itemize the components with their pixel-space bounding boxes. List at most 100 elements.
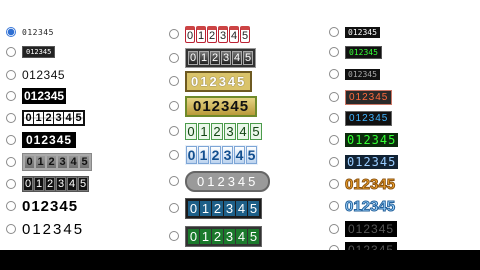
counter-digit: 4: [69, 156, 78, 168]
counter-digit: 2: [44, 112, 53, 124]
counter-digit: 2: [47, 156, 56, 168]
counter-preview: 012345: [185, 25, 250, 43]
counter-preview: 012345: [22, 220, 85, 238]
counter-style-option[interactable]: 012345: [323, 62, 380, 86]
counter-style-option[interactable]: 012345: [323, 150, 399, 174]
counter-preview: 012345: [185, 48, 256, 68]
counter-digit: 1: [34, 177, 44, 191]
counter-digit: 2: [207, 25, 217, 43]
counter-style-option[interactable]: 012345: [0, 106, 85, 130]
counter-preview: 012345: [22, 197, 79, 215]
counter-preview: 012345: [345, 26, 380, 38]
radio-unselected[interactable]: [6, 70, 16, 80]
counter-style-option[interactable]: 012345: [163, 94, 258, 118]
radio-selected[interactable]: [6, 27, 16, 37]
radio-unselected[interactable]: [329, 113, 339, 123]
counter-style-option[interactable]: 012345: [163, 169, 271, 193]
counter-digit: 0: [185, 122, 197, 140]
counter-preview: 012345: [22, 132, 77, 148]
radio-unselected[interactable]: [6, 91, 16, 101]
counter-style-option[interactable]: 012345: [163, 119, 262, 143]
counter-preview: 012345: [22, 46, 56, 58]
counter-digit: 4: [236, 228, 247, 244]
counter-digit: 1: [200, 200, 211, 216]
counter-style-option[interactable]: 012345: [323, 172, 396, 196]
radio-unselected[interactable]: [329, 135, 339, 145]
radio-unselected[interactable]: [329, 157, 339, 167]
counter-style-option[interactable]: 012345: [0, 172, 89, 196]
counter-style-option[interactable]: 012345: [0, 40, 56, 64]
radio-unselected[interactable]: [6, 113, 16, 123]
counter-digit: 3: [224, 200, 235, 216]
counter-digit: 1: [198, 122, 210, 140]
radio-unselected[interactable]: [6, 224, 16, 234]
counter-style-option[interactable]: 012345: [0, 217, 84, 241]
counter-digit: 0: [188, 228, 199, 244]
radio-unselected[interactable]: [6, 179, 16, 189]
counter-preview: 012345: [345, 89, 393, 105]
counter-preview: 012345: [345, 133, 399, 147]
counter-style-option[interactable]: 012345: [323, 194, 396, 218]
counter-style-option[interactable]: 012345: [163, 196, 262, 220]
counter-style-option[interactable]: 012345: [163, 22, 250, 46]
radio-unselected[interactable]: [169, 76, 179, 86]
counter-preview: 012345: [22, 27, 54, 37]
counter-style-option[interactable]: 012345: [323, 128, 399, 152]
radio-unselected[interactable]: [6, 157, 16, 167]
counter-preview: 012345: [345, 68, 380, 80]
radio-unselected[interactable]: [329, 47, 339, 57]
counter-style-option[interactable]: 012345: [163, 143, 258, 167]
counter-digit: 5: [243, 51, 253, 65]
counter-style-option[interactable]: 012345: [0, 128, 77, 152]
counter-preview: 012345: [185, 225, 262, 247]
radio-unselected[interactable]: [169, 203, 179, 213]
counter-preview: 012345: [345, 110, 393, 126]
radio-unselected[interactable]: [329, 179, 339, 189]
radio-unselected[interactable]: [329, 201, 339, 211]
counter-style-option[interactable]: 012345: [163, 69, 253, 93]
counter-digit: 4: [229, 25, 239, 43]
radio-unselected[interactable]: [169, 150, 179, 160]
radio-unselected[interactable]: [169, 176, 179, 186]
counter-style-option[interactable]: 012345: [0, 150, 92, 174]
counter-digit: 0: [185, 25, 195, 43]
counter-preview: 012345: [345, 221, 398, 237]
counter-style-option[interactable]: 012345: [163, 224, 262, 248]
counter-preview: 012345: [185, 197, 262, 219]
counter-digit: 3: [54, 112, 63, 124]
counter-style-option[interactable]: 012345: [323, 106, 393, 130]
radio-unselected[interactable]: [329, 224, 339, 234]
counter-digit: 5: [250, 122, 262, 140]
counter-style-option[interactable]: 012345: [0, 194, 78, 218]
counter-style-option[interactable]: 012345: [163, 46, 256, 70]
radio-unselected[interactable]: [169, 101, 179, 111]
counter-preview: 012345: [185, 70, 253, 92]
counter-digit: 2: [45, 177, 55, 191]
radio-unselected[interactable]: [6, 135, 16, 145]
radio-unselected[interactable]: [6, 47, 16, 57]
radio-unselected[interactable]: [169, 29, 179, 39]
radio-unselected[interactable]: [329, 92, 339, 102]
counter-preview: 012345: [185, 122, 262, 140]
radio-unselected[interactable]: [169, 231, 179, 241]
radio-unselected[interactable]: [329, 27, 339, 37]
counter-digit: 5: [246, 146, 257, 164]
radio-unselected[interactable]: [169, 126, 179, 136]
counter-preview: 012345: [344, 175, 396, 193]
bottom-bar: [0, 250, 480, 270]
radio-unselected[interactable]: [169, 53, 179, 63]
radio-unselected[interactable]: [329, 69, 339, 79]
counter-digit: 5: [248, 200, 259, 216]
counter-digit: 5: [78, 177, 88, 191]
counter-digit: 3: [222, 146, 233, 164]
counter-digit: 4: [232, 51, 242, 65]
counter-digit: 2: [210, 146, 221, 164]
counter-style-option[interactable]: 012345: [323, 40, 382, 64]
counter-style-option[interactable]: 012345: [0, 84, 67, 108]
counter-style-option[interactable]: 012345: [323, 238, 398, 250]
counter-preview: 012345: [22, 110, 85, 126]
counter-digit: 1: [199, 51, 209, 65]
counter-digit: 3: [56, 177, 66, 191]
counter-digit: 2: [210, 51, 220, 65]
radio-unselected[interactable]: [6, 201, 16, 211]
